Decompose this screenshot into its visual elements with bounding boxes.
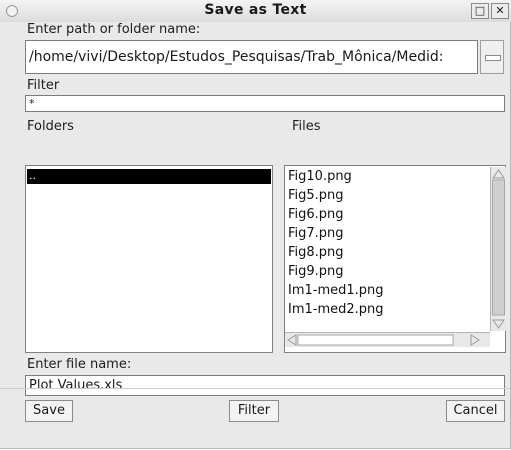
filter-button[interactable]: Filter xyxy=(229,400,279,422)
cancel-button[interactable]: Cancel xyxy=(446,400,505,422)
path-label: Enter path or folder name: xyxy=(27,22,201,37)
scroll-down-icon xyxy=(492,319,505,329)
file-item[interactable]: Fig7.png xyxy=(288,226,344,241)
files-vertical-scrollbar[interactable] xyxy=(490,167,506,331)
folders-list[interactable]: .. xyxy=(25,165,273,353)
filename-input[interactable]: Plot Values.xls xyxy=(25,375,505,396)
files-label: Files xyxy=(292,119,321,134)
files-horizontal-scrollbar[interactable] xyxy=(285,332,490,347)
filter-input[interactable]: * xyxy=(25,95,505,112)
file-item[interactable]: Fig6.png xyxy=(288,207,344,222)
file-item[interactable]: Fig9.png xyxy=(288,264,344,279)
file-item[interactable]: Fig8.png xyxy=(288,245,344,260)
files-list[interactable]: Fig10.png Fig5.png Fig6.png Fig7.png Fig… xyxy=(284,165,506,353)
folders-label: Folders xyxy=(27,119,74,134)
file-item[interactable]: Im1-med1.png xyxy=(288,283,384,298)
browse-icon[interactable] xyxy=(480,40,504,74)
filename-label: Enter file name: xyxy=(27,357,132,372)
file-item[interactable]: Fig10.png xyxy=(288,169,352,184)
window-title: Save as Text xyxy=(204,2,307,18)
scroll-left-icon xyxy=(287,334,297,346)
folder-item-parent[interactable]: .. xyxy=(27,169,271,184)
button-separator xyxy=(0,388,510,389)
file-item[interactable]: Im1-med2.png xyxy=(288,302,384,317)
save-button[interactable]: Save xyxy=(25,400,73,422)
hscroll-thumb xyxy=(297,334,454,346)
scroll-up-icon xyxy=(492,169,505,179)
filter-label: Filter xyxy=(27,78,60,93)
scroll-thumb xyxy=(492,179,505,316)
maximize-icon[interactable]: □ xyxy=(471,3,489,19)
title-bar: Save as Text □ ✕ xyxy=(0,0,511,23)
scroll-right-icon xyxy=(470,334,480,346)
file-item[interactable]: Fig5.png xyxy=(288,188,344,203)
close-icon[interactable]: ✕ xyxy=(491,3,509,19)
horizontal-scrollbar-graphic xyxy=(287,334,480,346)
vertical-scrollbar-graphic xyxy=(492,169,505,329)
path-input[interactable]: /home/vivi/Desktop/Estudos_Pesquisas/Tra… xyxy=(25,40,478,74)
